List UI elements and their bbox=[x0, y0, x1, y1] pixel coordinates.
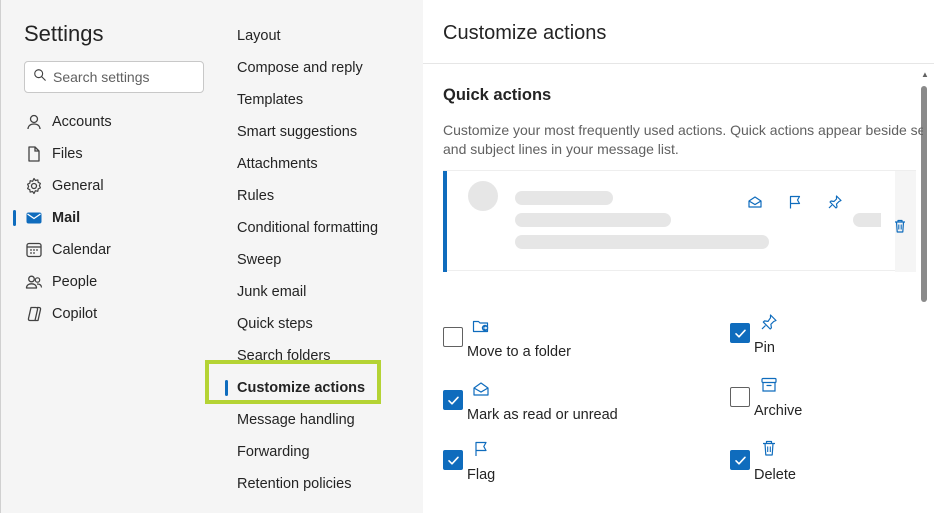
avatar-placeholder bbox=[468, 181, 498, 211]
nav-item-accounts[interactable]: Accounts bbox=[1, 106, 223, 138]
sub-item-message-handling[interactable]: Message handling bbox=[222, 404, 423, 436]
option-label: Delete bbox=[754, 467, 796, 483]
mail-settings-list: Layout Compose and reply Templates Smart… bbox=[205, 20, 423, 500]
sub-item-junk-email[interactable]: Junk email bbox=[222, 276, 423, 308]
flag-checkbox[interactable] bbox=[443, 450, 463, 470]
page-title: Customize actions bbox=[443, 22, 607, 44]
sub-item-attachments[interactable]: Attachments bbox=[222, 148, 423, 180]
nav-item-general[interactable]: General bbox=[1, 170, 223, 202]
delete-checkbox[interactable] bbox=[730, 450, 750, 470]
copilot-icon bbox=[25, 305, 43, 323]
nav-item-label: Accounts bbox=[52, 114, 112, 130]
gear-icon bbox=[25, 177, 43, 195]
subject-placeholder bbox=[515, 213, 671, 227]
nav-item-label: Files bbox=[52, 146, 83, 162]
message-preview bbox=[443, 170, 916, 272]
trash-icon bbox=[892, 218, 908, 234]
sub-item-compose-and-reply[interactable]: Compose and reply bbox=[222, 52, 423, 84]
settings-nav-pane: Settings Accounts Files General bbox=[0, 0, 222, 513]
nav-item-label: People bbox=[52, 274, 98, 290]
pin-icon bbox=[760, 313, 778, 331]
nav-item-mail[interactable]: Mail bbox=[1, 202, 223, 234]
section-description: Customize your most frequently used acti… bbox=[443, 121, 923, 159]
nav-item-files[interactable]: Files bbox=[1, 138, 223, 170]
trash-icon bbox=[760, 439, 778, 457]
sub-item-customize-actions[interactable]: Customize actions bbox=[205, 360, 423, 404]
search-icon bbox=[33, 68, 47, 87]
flag-icon bbox=[472, 440, 490, 458]
section-description-line: Customize your most frequently used acti… bbox=[443, 122, 923, 138]
nav-item-people[interactable]: People bbox=[1, 266, 223, 298]
sub-item-conditional-formatting[interactable]: Conditional formatting bbox=[222, 212, 423, 244]
mail-read-icon bbox=[472, 380, 490, 398]
nav-item-label: Calendar bbox=[52, 242, 111, 258]
flag-icon bbox=[787, 194, 803, 210]
preview-selected-accent bbox=[443, 171, 447, 272]
option-label: Pin bbox=[754, 340, 775, 356]
sub-item-smart-suggestions[interactable]: Smart suggestions bbox=[222, 116, 423, 148]
folder-move-icon bbox=[472, 317, 490, 335]
sub-item-retention-policies[interactable]: Retention policies bbox=[222, 468, 423, 500]
settings-title: Settings bbox=[24, 21, 104, 46]
sub-item-sweep[interactable]: Sweep bbox=[222, 244, 423, 276]
mail-read-icon bbox=[747, 194, 763, 210]
scrollbar-thumb[interactable] bbox=[921, 86, 927, 302]
mark-as-read-checkbox[interactable] bbox=[443, 390, 463, 410]
checkmark-icon bbox=[735, 329, 746, 338]
pin-icon bbox=[827, 194, 843, 210]
checkmark-icon bbox=[735, 456, 746, 465]
settings-category-list: Accounts Files General Mail Calendar Peo… bbox=[1, 106, 223, 330]
customize-actions-panel: Customize actions ▲ Quick actions Custom… bbox=[423, 0, 934, 513]
nav-item-copilot[interactable]: Copilot bbox=[1, 298, 223, 330]
sender-placeholder bbox=[515, 191, 613, 205]
search-settings-input[interactable] bbox=[53, 69, 193, 85]
sub-item-quick-steps[interactable]: Quick steps bbox=[222, 308, 423, 340]
sub-item-templates[interactable]: Templates bbox=[222, 84, 423, 116]
sub-item-layout[interactable]: Layout bbox=[222, 20, 423, 52]
checkmark-icon bbox=[448, 456, 459, 465]
archive-checkbox[interactable] bbox=[730, 387, 750, 407]
nav-item-calendar[interactable]: Calendar bbox=[1, 234, 223, 266]
option-label: Archive bbox=[754, 403, 803, 419]
person-icon bbox=[25, 113, 43, 131]
move-to-folder-checkbox[interactable] bbox=[443, 327, 463, 347]
mail-icon bbox=[25, 209, 43, 227]
checkmark-icon bbox=[448, 396, 459, 405]
option-label: Mark as read or unread bbox=[467, 407, 618, 423]
search-settings-box[interactable] bbox=[24, 61, 204, 93]
nav-item-label: General bbox=[52, 178, 104, 194]
section-title: Quick actions bbox=[443, 86, 552, 104]
sub-item-forwarding[interactable]: Forwarding bbox=[222, 436, 423, 468]
calendar-icon bbox=[25, 241, 43, 259]
nav-item-label: Mail bbox=[52, 210, 81, 226]
nav-item-label: Copilot bbox=[52, 306, 98, 322]
archive-icon bbox=[760, 376, 778, 394]
scroll-up-arrow-icon[interactable]: ▲ bbox=[921, 70, 929, 79]
people-icon bbox=[25, 273, 43, 291]
mail-settings-pane: Layout Compose and reply Templates Smart… bbox=[205, 0, 423, 513]
preview-text-placeholder bbox=[515, 235, 769, 249]
section-description-line: and subject lines in your message list. bbox=[443, 141, 679, 157]
sub-item-label: Customize actions bbox=[237, 380, 366, 396]
pin-checkbox[interactable] bbox=[730, 323, 750, 343]
time-placeholder bbox=[853, 213, 881, 227]
option-label: Flag bbox=[467, 467, 496, 483]
file-icon bbox=[25, 145, 43, 163]
sub-item-search-folders[interactable]: Search folders bbox=[222, 340, 423, 372]
option-label: Move to a folder bbox=[467, 344, 571, 360]
header-divider bbox=[423, 63, 934, 64]
sub-item-rules[interactable]: Rules bbox=[222, 180, 423, 212]
